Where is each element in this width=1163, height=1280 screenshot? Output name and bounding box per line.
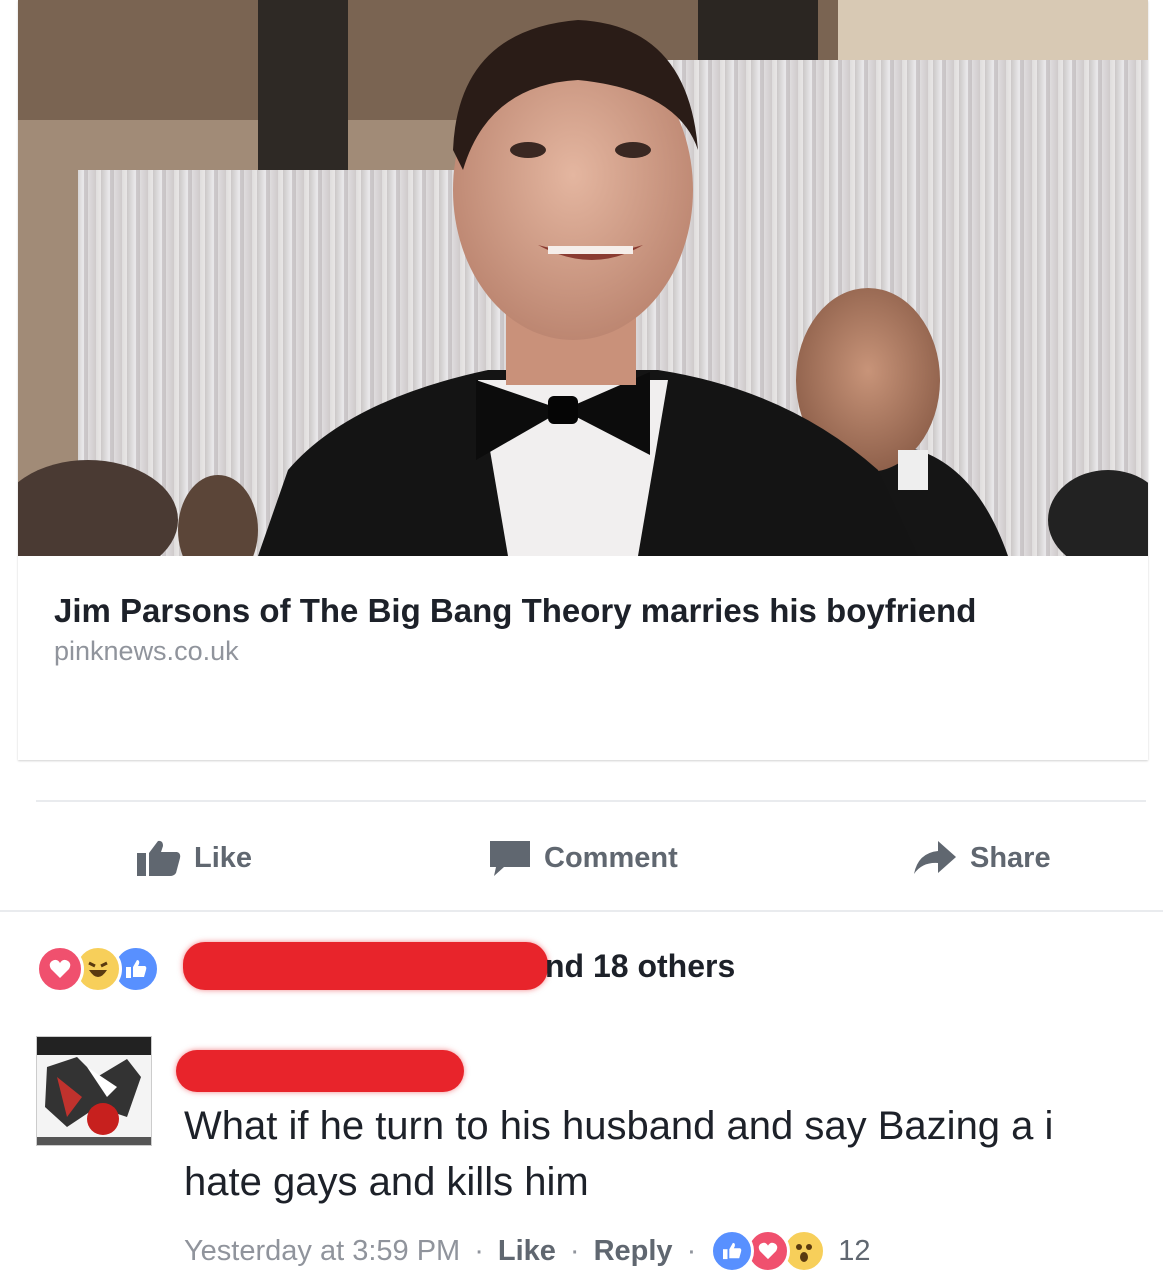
- comment-bubble-icon: [488, 839, 532, 877]
- divider: [36, 800, 1146, 802]
- redaction-bar: [183, 942, 548, 990]
- separator-dot: ·: [686, 1234, 697, 1267]
- link-domain: pinknews.co.uk: [54, 636, 239, 666]
- post-action-bar: Like Comment Share: [0, 830, 1163, 886]
- commenter-avatar[interactable]: [36, 1036, 152, 1146]
- divider: [0, 910, 1163, 912]
- like-label: Like: [194, 841, 253, 874]
- comment-button[interactable]: Comment: [488, 830, 678, 886]
- comment-reply-link[interactable]: Reply: [594, 1235, 673, 1268]
- share-arrow-icon: [912, 839, 958, 877]
- link-headline[interactable]: Jim Parsons of The Big Bang Theory marri…: [54, 592, 1104, 630]
- separator-dot: ·: [474, 1234, 484, 1267]
- comment-label: Comment: [544, 841, 678, 874]
- link-preview-card[interactable]: Jim Parsons of The Big Bang Theory marri…: [18, 0, 1148, 760]
- comment-meta: Yesterday at 3:59 PM · Like · Reply · 12: [184, 1228, 871, 1274]
- comment-reaction-count: 12: [838, 1234, 871, 1267]
- comment-like-link[interactable]: Like: [498, 1235, 556, 1268]
- thumbs-up-icon: [136, 839, 182, 877]
- comment-text: What if he turn to his husband and say B…: [184, 1104, 1054, 1204]
- comment-timestamp[interactable]: Yesterday at 3:59 PM: [184, 1235, 460, 1268]
- reactions-others-link[interactable]: nd 18 others: [545, 948, 735, 985]
- comment-reactions[interactable]: 12: [710, 1229, 871, 1273]
- like-icon: [710, 1229, 755, 1273]
- love-icon: [36, 945, 84, 993]
- redaction-bar: [176, 1050, 464, 1092]
- like-button[interactable]: Like: [136, 830, 252, 886]
- share-label: Share: [970, 841, 1051, 874]
- share-button[interactable]: Share: [912, 830, 1051, 886]
- article-photo[interactable]: [18, 0, 1148, 556]
- separator-dot: ·: [569, 1234, 580, 1267]
- reactions-summary[interactable]: [36, 942, 160, 996]
